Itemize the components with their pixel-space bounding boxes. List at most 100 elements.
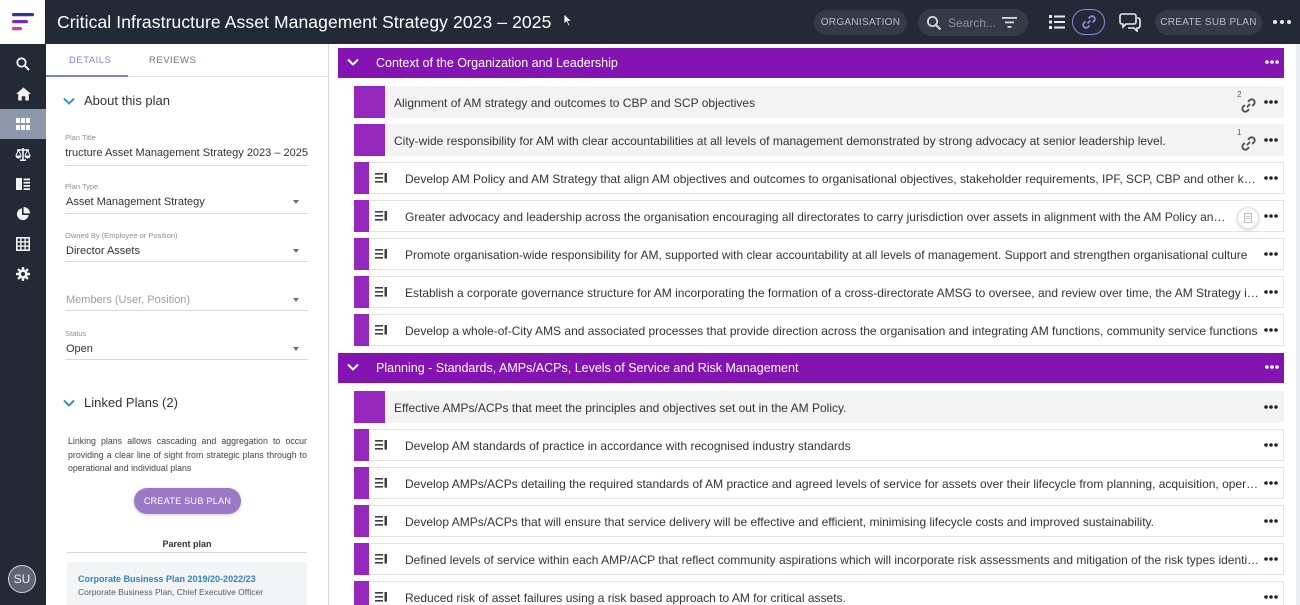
- plan-type-dropdown-icon[interactable]: [293, 200, 299, 204]
- pie-chart-icon: [16, 207, 30, 221]
- app-logo[interactable]: [0, 0, 46, 44]
- tab-details[interactable]: DETAILS: [69, 55, 111, 66]
- rail-home[interactable]: [0, 79, 46, 109]
- more-dots-icon[interactable]: [1264, 247, 1278, 261]
- search-box[interactable]: Search...: [918, 9, 1028, 36]
- rail-plans[interactable]: [0, 109, 46, 139]
- more-dots-icon[interactable]: [1264, 285, 1278, 299]
- home-icon: [15, 87, 31, 101]
- more-dots-icon[interactable]: [1264, 514, 1278, 528]
- more-dots-icon[interactable]: [1264, 95, 1278, 109]
- link-view-button[interactable]: [1072, 9, 1105, 35]
- more-dots-icon[interactable]: [1265, 360, 1279, 374]
- tab-reviews[interactable]: REVIEWS: [149, 55, 196, 66]
- action-row[interactable]: Develop AM standards of practice in acco…: [354, 429, 1284, 461]
- members-dropdown-icon[interactable]: [293, 298, 299, 302]
- create-sub-plan-header-button[interactable]: CREATE SUB PLAN: [1155, 10, 1262, 35]
- plan-title-field[interactable]: Critical Infrastructure Asset Management…: [65, 147, 308, 159]
- about-heading: About this plan: [84, 93, 171, 108]
- objective-row[interactable]: City-wide responsibility for AM with cle…: [354, 124, 1284, 156]
- action-color-swatch: [354, 581, 369, 605]
- row-text: Develop AMPs/ACPs that will ensure that …: [405, 515, 1154, 529]
- list-view-button[interactable]: [1047, 12, 1067, 32]
- row-text: Develop AMPs/ACPs detailing the required…: [405, 477, 1261, 491]
- action-row[interactable]: Develop a whole-of-City AMS and associat…: [354, 314, 1284, 346]
- action-row[interactable]: Reduced risk of asset failures using a r…: [354, 581, 1284, 605]
- panel-tabs: DETAILS REVIEWS: [46, 44, 328, 77]
- parent-plan-title[interactable]: Corporate Business Plan 2019/20-2022/23: [78, 574, 307, 584]
- action-row[interactable]: Greater advocacy and leadership across t…: [354, 200, 1284, 232]
- linked-plans-toggle[interactable]: Linked Plans (2): [63, 395, 178, 410]
- links-indicator[interactable]: 2: [1237, 90, 1259, 114]
- more-dots-icon[interactable]: [1264, 133, 1278, 147]
- search-input[interactable]: Search...: [948, 16, 996, 30]
- chat-bubbles-icon: [1119, 13, 1141, 32]
- group-header[interactable]: Context of the Organization and Leadersh…: [338, 48, 1284, 78]
- scrollbar-track[interactable]: [1296, 44, 1300, 605]
- parent-plan-card[interactable]: Corporate Business Plan 2019/20-2022/23 …: [67, 562, 307, 605]
- action-row[interactable]: Develop AMPs/ACPs that will ensure that …: [354, 505, 1284, 537]
- plan-title-underline: [65, 165, 308, 166]
- chevron-down-icon[interactable]: [347, 363, 359, 371]
- more-dots-icon[interactable]: [1264, 552, 1278, 566]
- task-list-icon: [375, 211, 387, 221]
- row-text: Establish a corporate governance structu…: [405, 286, 1261, 300]
- task-list-icon: [375, 516, 387, 526]
- action-color-swatch: [354, 314, 369, 346]
- rail-grid[interactable]: [0, 229, 46, 259]
- action-row[interactable]: Promote organisation-wide responsibility…: [354, 238, 1284, 270]
- row-text: Develop a whole-of-City AMS and associat…: [405, 324, 1258, 338]
- objective-row[interactable]: Alignment of AM strategy and outcomes to…: [354, 86, 1284, 118]
- group-title: Context of the Organization and Leadersh…: [376, 56, 618, 70]
- rail-compare[interactable]: [0, 139, 46, 169]
- gear-icon: [16, 267, 30, 281]
- more-dots-icon[interactable]: [1265, 55, 1279, 69]
- action-row[interactable]: Develop AMPs/ACPs detailing the required…: [354, 467, 1284, 499]
- objective-color-swatch: [354, 86, 385, 118]
- status-underline: [65, 359, 308, 360]
- link-icon: [1241, 136, 1256, 151]
- action-row[interactable]: Establish a corporate governance structu…: [354, 276, 1284, 308]
- active-tab-indicator: [46, 75, 128, 77]
- group-header[interactable]: Planning - Standards, AMPs/ACPs, Levels …: [338, 353, 1284, 383]
- rail-analytics[interactable]: [0, 199, 46, 229]
- attachment-button[interactable]: [1237, 207, 1259, 229]
- user-avatar[interactable]: SU: [8, 565, 36, 593]
- row-text: Reduced risk of asset failures using a r…: [405, 591, 846, 605]
- rail-settings[interactable]: [0, 259, 46, 289]
- chevron-down-icon[interactable]: [347, 58, 359, 66]
- plan-title-label: Plan Title: [65, 133, 96, 142]
- more-menu-button[interactable]: [1272, 14, 1292, 30]
- list-view-icon: [1049, 15, 1065, 29]
- links-indicator[interactable]: 1: [1237, 128, 1259, 152]
- rail-search[interactable]: [0, 49, 46, 79]
- action-row[interactable]: Develop AM Policy and AM Strategy that a…: [354, 162, 1284, 194]
- more-dots-icon[interactable]: [1264, 590, 1278, 604]
- create-sub-plan-button[interactable]: CREATE SUB PLAN: [134, 488, 241, 514]
- comments-button[interactable]: [1118, 10, 1142, 34]
- plan-type-select[interactable]: Asset Management Strategy: [66, 196, 205, 208]
- owned-by-dropdown-icon[interactable]: [293, 249, 299, 253]
- more-dots-icon[interactable]: [1264, 209, 1278, 223]
- about-section-toggle[interactable]: About this plan: [63, 93, 170, 108]
- parent-plan-heading: Parent plan: [67, 539, 307, 553]
- status-dropdown-icon[interactable]: [293, 347, 299, 351]
- owned-by-select[interactable]: Director Assets: [66, 245, 140, 257]
- more-dots-icon[interactable]: [1264, 171, 1278, 185]
- organisation-button[interactable]: ORGANISATION: [814, 10, 907, 35]
- row-text: Greater advocacy and leadership across t…: [405, 210, 1231, 224]
- more-dots-icon[interactable]: [1264, 400, 1278, 414]
- members-select[interactable]: Members (User, Position): [66, 294, 190, 306]
- filter-icon[interactable]: [1002, 17, 1017, 28]
- linked-plans-heading: Linked Plans (2): [84, 395, 178, 410]
- rail-reports[interactable]: [0, 169, 46, 199]
- objective-row[interactable]: Effective AMPs/ACPs that meet the princi…: [354, 391, 1284, 423]
- more-dots-icon[interactable]: [1264, 323, 1278, 337]
- status-select[interactable]: Open: [66, 343, 93, 355]
- task-list-icon: [375, 592, 387, 602]
- more-dots-icon[interactable]: [1264, 438, 1278, 452]
- action-row[interactable]: Defined levels of service within each AM…: [354, 543, 1284, 575]
- more-dots-icon[interactable]: [1264, 476, 1278, 490]
- plan-type-label: Plan Type: [65, 182, 99, 191]
- scales-icon: [15, 148, 31, 161]
